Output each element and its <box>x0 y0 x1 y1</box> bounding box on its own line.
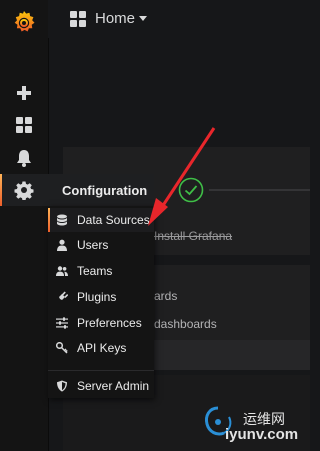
panel-row-text: ards <box>154 289 178 303</box>
menu-item-label: Preferences <box>77 316 142 330</box>
users-icon <box>56 266 68 276</box>
database-icon <box>57 214 67 226</box>
menu-item-users[interactable]: Users <box>48 233 154 257</box>
menu-item-preferences[interactable]: Preferences <box>48 311 154 335</box>
menu-item-label: API Keys <box>77 341 127 355</box>
key-icon <box>56 342 68 354</box>
menu-item-api-keys[interactable]: API Keys <box>48 336 154 360</box>
bell-icon[interactable] <box>14 148 34 168</box>
progress-line <box>209 189 310 191</box>
gear-icon[interactable] <box>14 180 34 200</box>
grafana-logo-icon[interactable] <box>10 8 38 36</box>
menu-item-label: Teams <box>77 264 113 278</box>
menu-item-label: Users <box>77 238 109 252</box>
dashboard-title[interactable]: Home <box>95 10 135 27</box>
dashboards-grid-icon <box>70 11 86 27</box>
sliders-icon <box>56 317 68 329</box>
plus-icon[interactable] <box>14 83 34 103</box>
configuration-header-label: Configuration <box>62 183 148 198</box>
top-navbar: Home <box>48 0 310 38</box>
watermark-url: iyunv.com <box>225 426 299 443</box>
menu-item-teams[interactable]: Teams <box>48 259 154 283</box>
menu-item-server-admin[interactable]: Server Admin <box>48 374 154 398</box>
side-menu <box>0 0 49 451</box>
configuration-dropdown: Data Sources Users Teams Plugins Prefere… <box>48 206 154 398</box>
plug-icon <box>57 291 68 302</box>
dashboards-icon[interactable] <box>14 115 34 135</box>
menu-item-label: Data Sources <box>77 213 150 227</box>
shield-icon <box>57 380 67 392</box>
menu-item-label: Plugins <box>77 290 117 304</box>
configuration-menu-header[interactable]: Configuration <box>48 174 154 206</box>
menu-item-label: Server Admin <box>77 379 150 393</box>
install-grafana-step: Install Grafana <box>154 229 233 243</box>
caret-down-icon[interactable] <box>139 16 147 22</box>
check-circle-icon <box>178 177 204 203</box>
menu-item-data-sources[interactable]: Data Sources <box>48 208 154 232</box>
menu-item-plugins[interactable]: Plugins <box>48 285 154 309</box>
grafana-app: Home Install Grafana ards dashboards Con… <box>0 0 310 451</box>
menu-divider <box>48 370 154 371</box>
panel-row-text: dashboards <box>154 317 217 331</box>
user-icon <box>57 239 67 251</box>
